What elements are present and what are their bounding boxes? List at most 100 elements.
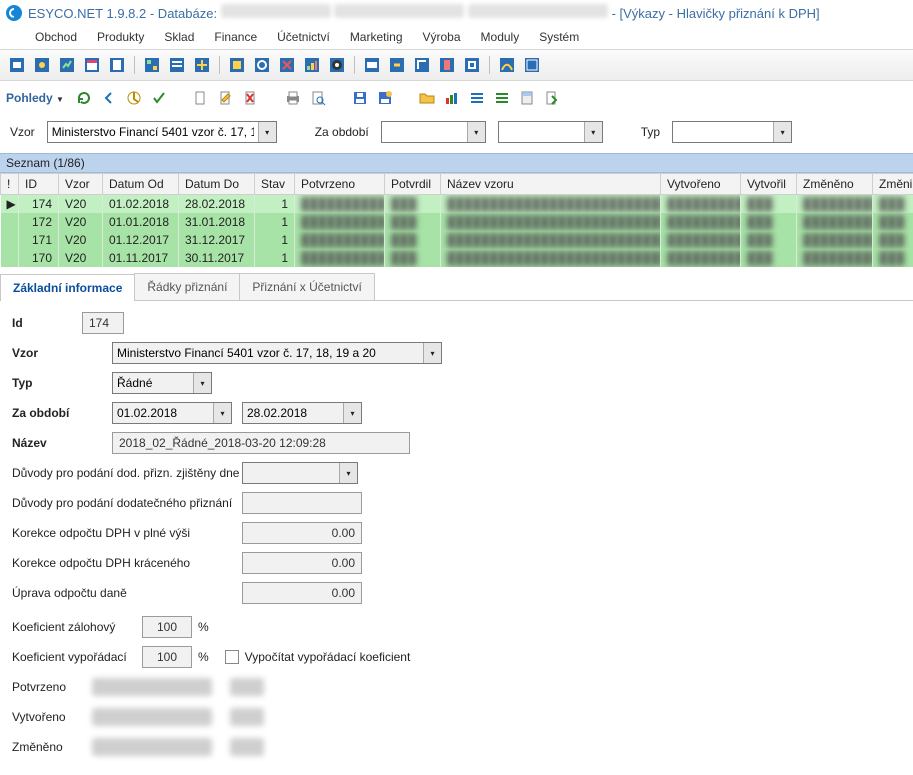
- save-print-button[interactable]: [374, 87, 396, 109]
- col-potvrdil[interactable]: Potvrdil: [385, 174, 441, 195]
- duvody1-combo[interactable]: ▾: [242, 462, 358, 484]
- filter-typ-combo[interactable]: ▾: [672, 121, 792, 143]
- uprava-field[interactable]: [242, 582, 362, 604]
- duvody2-field[interactable]: [242, 492, 362, 514]
- print-button[interactable]: [282, 87, 304, 109]
- toolbar-btn-4[interactable]: [81, 54, 103, 76]
- col-id[interactable]: ID: [19, 174, 59, 195]
- menu-system[interactable]: Systém: [530, 27, 588, 47]
- toolbar-btn-16[interactable]: [411, 54, 433, 76]
- export-button[interactable]: [541, 87, 563, 109]
- open-folder-button[interactable]: [416, 87, 438, 109]
- menu-moduly[interactable]: Moduly: [472, 27, 529, 47]
- menu-vyroba[interactable]: Výroba: [414, 27, 470, 47]
- edit-button[interactable]: [215, 87, 237, 109]
- toolbar-btn-2[interactable]: [31, 54, 53, 76]
- toolbar-btn-3[interactable]: [56, 54, 78, 76]
- toolbar-btn-17[interactable]: [436, 54, 458, 76]
- menu-sklad[interactable]: Sklad: [155, 27, 203, 47]
- chevron-down-icon[interactable]: ▾: [584, 122, 602, 142]
- chevron-down-icon[interactable]: ▾: [467, 122, 485, 142]
- views-dropdown[interactable]: Pohledy ▼: [6, 91, 64, 105]
- preview-button[interactable]: [307, 87, 329, 109]
- new-button[interactable]: [190, 87, 212, 109]
- toolbar-btn-12[interactable]: [301, 54, 323, 76]
- filter-vzor-combo[interactable]: ▾: [47, 121, 277, 143]
- toolbar-btn-7[interactable]: [166, 54, 188, 76]
- toolbar-btn-1[interactable]: [6, 54, 28, 76]
- korekce2-field[interactable]: [242, 552, 362, 574]
- col-vytvoreno[interactable]: Vytvořeno: [661, 174, 741, 195]
- korekce1-field[interactable]: [242, 522, 362, 544]
- back-button[interactable]: [98, 87, 120, 109]
- chevron-down-icon[interactable]: ▾: [773, 122, 791, 142]
- table-row[interactable]: 172V2001.01.201831.01.20181█████████████…: [1, 213, 913, 231]
- delete-button[interactable]: [240, 87, 262, 109]
- toolbar-btn-13[interactable]: [326, 54, 348, 76]
- vytvoreno-label: Vytvořeno: [12, 710, 92, 724]
- vzor-combo[interactable]: ▾: [112, 342, 442, 364]
- od-combo[interactable]: ▾: [112, 402, 232, 424]
- toolbar-btn-9[interactable]: [226, 54, 248, 76]
- toolbar-btn-8[interactable]: [191, 54, 213, 76]
- col-nazevvzoru[interactable]: Název vzoru: [441, 174, 661, 195]
- chevron-down-icon[interactable]: ▾: [193, 373, 211, 393]
- detail-tabs: Základní informace Řádky přiznání Přizná…: [0, 273, 913, 301]
- table-row[interactable]: 171V2001.12.201731.12.20171█████████████…: [1, 231, 913, 249]
- col-stav[interactable]: Stav: [255, 174, 295, 195]
- col-vytvoril[interactable]: Vytvořil: [741, 174, 797, 195]
- list-button[interactable]: [466, 87, 488, 109]
- save-button[interactable]: [349, 87, 371, 109]
- ok-button[interactable]: [148, 87, 170, 109]
- vypocitat-checkbox[interactable]: [225, 650, 239, 664]
- chevron-down-icon[interactable]: ▾: [339, 463, 357, 483]
- col-potvrzeno[interactable]: Potvrzeno: [295, 174, 385, 195]
- col-datum-do[interactable]: Datum Do: [179, 174, 255, 195]
- chevron-down-icon[interactable]: ▾: [423, 343, 441, 363]
- col-marker[interactable]: !: [1, 174, 19, 195]
- filter-vzor-input[interactable]: [48, 122, 258, 142]
- chart-button[interactable]: [441, 87, 463, 109]
- data-grid[interactable]: ! ID Vzor Datum Od Datum Do Stav Potvrze…: [0, 173, 913, 267]
- filter-zaobdobi-from[interactable]: ▾: [381, 121, 486, 143]
- refresh-button[interactable]: [73, 87, 95, 109]
- toolbar-btn-19[interactable]: [496, 54, 518, 76]
- chevron-down-icon[interactable]: ▾: [343, 403, 361, 423]
- grid-header-row[interactable]: ! ID Vzor Datum Od Datum Do Stav Potvrze…: [1, 174, 913, 195]
- calc-button[interactable]: [516, 87, 538, 109]
- do-combo[interactable]: ▾: [242, 402, 362, 424]
- menu-finance[interactable]: Finance: [205, 27, 266, 47]
- typ-combo[interactable]: ▾: [112, 372, 212, 394]
- listgreen-button[interactable]: [491, 87, 513, 109]
- toolbar-btn-10[interactable]: [251, 54, 273, 76]
- tab-radky-priznani[interactable]: Řádky přiznání: [134, 273, 240, 300]
- table-row[interactable]: ▶174V2001.02.201828.02.20181████████████…: [1, 195, 913, 214]
- tab-priznani-x-ucetnictvi[interactable]: Přiznání x Účetnictví: [239, 273, 374, 300]
- toolbar-btn-18[interactable]: [461, 54, 483, 76]
- menu-obchod[interactable]: Obchod: [26, 27, 86, 47]
- filter-zaobdobi-to[interactable]: ▾: [498, 121, 603, 143]
- menu-marketing[interactable]: Marketing: [341, 27, 412, 47]
- table-row[interactable]: 170V2001.11.201730.11.20171█████████████…: [1, 249, 913, 267]
- menu-ucetnictvi[interactable]: Účetnictví: [268, 27, 339, 47]
- col-zmenil[interactable]: Změnil: [873, 174, 913, 195]
- vytvoreno-value: [92, 708, 212, 726]
- pct2-label: %: [198, 650, 209, 664]
- menu-produkty[interactable]: Produkty: [88, 27, 153, 47]
- koef1-field[interactable]: [142, 616, 192, 638]
- toolbar-btn-15[interactable]: [386, 54, 408, 76]
- chevron-down-icon[interactable]: ▾: [213, 403, 231, 423]
- toolbar-btn-11[interactable]: [276, 54, 298, 76]
- col-zmeneno[interactable]: Změněno: [797, 174, 873, 195]
- toolbar-btn-6[interactable]: [141, 54, 163, 76]
- cancel-button[interactable]: [123, 87, 145, 109]
- tab-zakladni-informace[interactable]: Základní informace: [0, 274, 135, 301]
- toolbar-btn-14[interactable]: [361, 54, 383, 76]
- chevron-down-icon[interactable]: ▾: [258, 122, 276, 142]
- col-vzor[interactable]: Vzor: [59, 174, 103, 195]
- toolbar-btn-5[interactable]: [106, 54, 128, 76]
- koef2-field[interactable]: [142, 646, 192, 668]
- col-datum-od[interactable]: Datum Od: [103, 174, 179, 195]
- toolbar-btn-20[interactable]: [521, 54, 543, 76]
- views-toolbar: Pohledy ▼: [0, 81, 913, 115]
